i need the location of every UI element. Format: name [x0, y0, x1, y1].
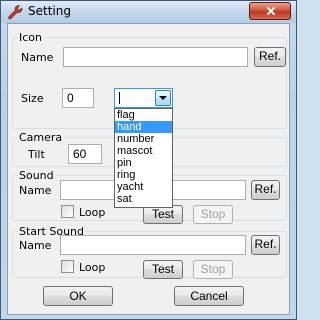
- text-caret: [119, 92, 120, 104]
- dropdown-option-sat[interactable]: sat: [115, 193, 172, 205]
- start-sound-stop-button[interactable]: Stop: [193, 260, 233, 279]
- title-bar[interactable]: Setting: [1, 1, 296, 23]
- camera-group-title: Camera: [17, 131, 65, 144]
- start-sound-test-button[interactable]: Test: [143, 260, 183, 279]
- dropdown-option-yacht[interactable]: yacht: [115, 181, 172, 193]
- sound-ref-button[interactable]: Ref.: [251, 180, 280, 200]
- start-sound-name-label: Name: [19, 239, 52, 252]
- tilt-input[interactable]: 60: [68, 144, 102, 164]
- dropdown-option-number[interactable]: number: [115, 133, 172, 145]
- sound-stop-button[interactable]: Stop: [193, 205, 233, 224]
- window-title: Setting: [28, 4, 71, 18]
- sound-loop-label: Loop: [79, 206, 106, 219]
- setting-window: Setting Icon Name Ref. Size 0 flag hand …: [0, 0, 297, 320]
- sound-name-label: Name: [19, 184, 52, 197]
- icon-type-dropdown-list: flag hand number mascot pin ring yacht s…: [114, 108, 173, 208]
- dropdown-option-pin[interactable]: pin: [115, 157, 172, 169]
- dropdown-option-flag[interactable]: flag: [115, 109, 172, 121]
- icon-group-title: Icon: [17, 31, 44, 44]
- tilt-label: Tilt: [28, 148, 45, 161]
- close-button[interactable]: [249, 2, 291, 20]
- icon-type-combobox[interactable]: [114, 88, 173, 108]
- start-sound-loop-checkbox[interactable]: [61, 260, 74, 273]
- icon-name-label: Name: [21, 51, 54, 64]
- wrench-icon: [8, 5, 23, 20]
- icon-ref-button[interactable]: Ref.: [254, 47, 286, 67]
- sound-loop-checkbox[interactable]: [61, 205, 74, 218]
- sound-group-title: Sound: [17, 169, 56, 182]
- dropdown-option-ring[interactable]: ring: [115, 169, 172, 181]
- cancel-button[interactable]: Cancel: [174, 286, 244, 306]
- ok-button[interactable]: OK: [43, 286, 113, 306]
- start-sound-ref-button[interactable]: Ref.: [251, 235, 280, 255]
- dropdown-option-hand[interactable]: hand: [115, 121, 172, 133]
- start-sound-name-input[interactable]: [60, 235, 246, 255]
- size-input[interactable]: 0: [62, 88, 94, 108]
- chevron-down-icon[interactable]: [155, 90, 171, 106]
- start-sound-loop-label: Loop: [79, 261, 106, 274]
- dropdown-option-mascot[interactable]: mascot: [115, 145, 172, 157]
- size-label: Size: [21, 92, 44, 105]
- icon-name-input[interactable]: [63, 47, 248, 67]
